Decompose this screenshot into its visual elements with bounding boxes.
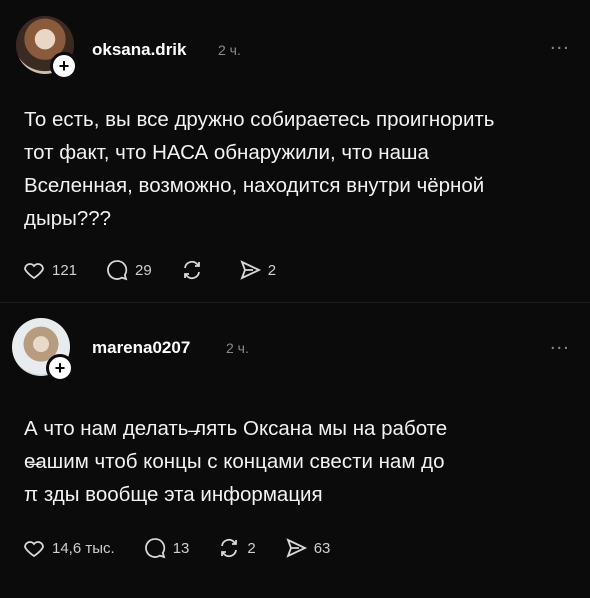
avatar[interactable]: +	[12, 318, 74, 382]
text-line: Вселенная, возможно, находится внутри чё…	[24, 174, 485, 197]
username[interactable]: marena0207	[92, 338, 190, 358]
heart-icon	[24, 541, 44, 558]
comment-icon	[144, 538, 166, 559]
post-1: + oksana.drik 2 ч. ... То есть, вы все д…	[0, 0, 590, 300]
share-icon	[240, 260, 261, 280]
post-actions: 121 29 2	[22, 258, 304, 282]
more-icon[interactable]: ...	[550, 332, 570, 355]
text-line: е⁠̶ашим чтоб концы с концами свести нам …	[24, 450, 445, 473]
share-button[interactable]: 63	[284, 536, 331, 560]
follow-plus-icon[interactable]: +	[46, 354, 74, 382]
reply-button[interactable]: 13	[143, 536, 190, 560]
reply-button[interactable]: 29	[105, 258, 152, 282]
text-line: дыры???	[24, 207, 112, 230]
text-line: То есть, вы все дружно собираетесь проиг…	[24, 108, 495, 131]
text-line: тот факт, что НАСА обнаружили, что наша	[24, 141, 429, 164]
share-button[interactable]: 2	[238, 258, 276, 282]
avatar[interactable]: +	[16, 16, 78, 80]
repost-icon	[221, 538, 238, 558]
repost-icon	[183, 260, 200, 280]
timestamp: 2 ч.	[226, 340, 249, 356]
username[interactable]: oksana.drik	[92, 40, 187, 60]
repost-button[interactable]	[180, 258, 210, 282]
like-count: 121	[52, 261, 78, 279]
reply-count: 13	[172, 539, 190, 557]
post-text: А что нам делать ⁠̶лять Оксана мы на раб…	[24, 412, 572, 511]
like-count: 14,6 тыс.	[52, 539, 115, 557]
share-count: 63	[313, 539, 331, 557]
share-icon	[286, 538, 307, 558]
like-button[interactable]: 121	[22, 258, 77, 282]
text-line: А что нам делать ⁠̶лять Оксана мы на раб…	[24, 417, 448, 440]
share-count: 2	[267, 261, 277, 279]
post-2: + marena0207 2 ч. ... А что нам делать ⁠…	[0, 300, 590, 598]
repost-count: 2	[247, 539, 256, 557]
like-button[interactable]: 14,6 тыс.	[22, 536, 115, 560]
text-line: π зды вообще эта информация	[24, 483, 323, 506]
timestamp: 2 ч.	[218, 42, 241, 58]
reply-count: 29	[135, 261, 152, 279]
post-text: То есть, вы все дружно собираетесь проиг…	[24, 103, 572, 235]
heart-icon	[24, 263, 44, 280]
more-icon[interactable]: ...	[550, 32, 570, 55]
follow-plus-icon[interactable]: +	[50, 52, 78, 80]
post-actions: 14,6 тыс. 13 2 63	[22, 536, 358, 560]
repost-button[interactable]: 2	[217, 536, 256, 560]
comment-icon	[107, 260, 128, 281]
